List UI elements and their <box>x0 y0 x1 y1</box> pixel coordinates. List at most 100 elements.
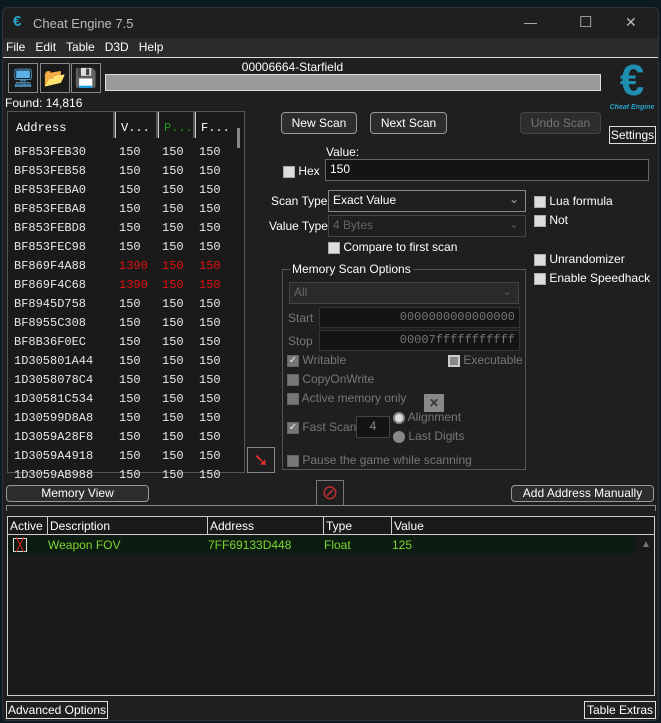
not-label: Not <box>549 213 569 227</box>
address-table[interactable]: Active Description Address Type Value ╳ … <box>7 516 655 696</box>
col-address[interactable]: Address <box>208 517 324 535</box>
undo-scan-button[interactable]: Undo Scan <box>520 112 601 134</box>
next-scan-button[interactable]: Next Scan <box>370 112 447 134</box>
result-address: 1D305801A44 <box>14 354 94 368</box>
result-row[interactable]: 1D30581C534 150 150 150 <box>8 390 234 409</box>
checkbox-icon <box>534 272 546 285</box>
executable-checkbox[interactable]: Executable <box>448 353 523 367</box>
result-value: 150 <box>119 145 141 159</box>
result-row[interactable]: BF853FEB58 150 150 150 <box>8 162 234 181</box>
result-row[interactable]: BF853FEBA8 150 150 150 <box>8 200 234 219</box>
result-row[interactable]: BF8955C308 150 150 150 <box>8 314 234 333</box>
result-row[interactable]: 1D3058078C4 150 150 150 <box>8 371 234 390</box>
col-active[interactable]: Active <box>8 517 48 535</box>
result-row[interactable]: BF853FEC98 150 150 150 <box>8 238 234 257</box>
row-type: Float <box>324 538 351 552</box>
result-row[interactable]: BF8945D758 150 150 150 <box>8 295 234 314</box>
fast-scan-checkbox[interactable]: ✓ Fast Scan <box>287 420 356 434</box>
result-row[interactable]: 1D3059A28F8 150 150 150 <box>8 428 234 447</box>
result-row[interactable]: BF869F4C68 1390 150 150 <box>8 276 234 295</box>
copy-on-write-checkbox[interactable]: CopyOnWrite <box>287 372 374 386</box>
table-extras-button[interactable]: Table Extras <box>584 701 656 719</box>
menu-d3d[interactable]: D3D <box>102 38 136 54</box>
col-previous[interactable]: P... <box>162 119 193 137</box>
checkbox-icon <box>287 392 299 405</box>
lua-formula-checkbox[interactable]: Lua formula <box>534 194 613 208</box>
col-first[interactable]: F... <box>199 119 230 137</box>
result-row[interactable]: 1D3059A4918 150 150 150 <box>8 447 234 466</box>
save-button[interactable]: 💾 <box>71 63 101 93</box>
not-checkbox[interactable]: Not <box>534 213 568 227</box>
result-first: 150 <box>199 468 221 482</box>
speedhack-checkbox[interactable]: Enable Speedhack <box>534 271 650 285</box>
open-process-button[interactable]: 🖥 <box>8 63 38 93</box>
value-input[interactable]: 150 <box>325 159 649 181</box>
open-file-button[interactable]: 📂 <box>40 63 70 93</box>
stop-scan-button[interactable]: ⊘ <box>316 480 344 506</box>
col-address[interactable]: Address <box>14 119 114 137</box>
close-button[interactable]: ✕ <box>625 14 637 31</box>
result-address: BF853FEBA8 <box>14 202 87 216</box>
writable-checkbox[interactable]: ✓ Writable <box>287 353 346 367</box>
executable-label: Executable <box>463 353 523 367</box>
result-value: 150 <box>119 354 141 368</box>
add-address-button[interactable]: Add Address Manually <box>511 485 654 502</box>
alignment-radio[interactable]: Alignment <box>393 410 461 424</box>
start-address-input[interactable]: 0000000000000000 <box>319 307 520 328</box>
active-checkbox[interactable]: ╳ <box>13 538 27 552</box>
checkbox-icon <box>534 214 546 227</box>
settings-button[interactable]: Settings <box>609 126 656 144</box>
writable-label: Writable <box>302 353 347 367</box>
result-row[interactable]: BF853FEB30 150 150 150 <box>8 143 234 162</box>
memory-view-button[interactable]: Memory View <box>6 485 149 502</box>
result-row[interactable]: 1D30599D8A8 150 150 150 <box>8 409 234 428</box>
result-address: BF8945D758 <box>14 297 87 311</box>
result-row[interactable]: 1D3059AB988 150 150 150 <box>8 466 234 485</box>
col-value[interactable]: Value <box>392 517 654 535</box>
splitter-handle[interactable] <box>6 505 656 511</box>
active-memory-label: Active memory only <box>301 391 407 405</box>
col-value[interactable]: V... <box>119 119 150 137</box>
maximize-button[interactable]: ☐ <box>579 13 592 31</box>
unrandomizer-checkbox[interactable]: Unrandomizer <box>534 252 625 266</box>
result-address: BF853FEB30 <box>14 145 87 159</box>
region-select[interactable]: All ⌄ <box>289 282 519 304</box>
col-description[interactable]: Description <box>48 517 208 535</box>
results-header: Address V... P... F... <box>8 112 244 142</box>
col-type[interactable]: Type <box>324 517 392 535</box>
menu-file[interactable]: File <box>3 38 32 54</box>
logo-text: Cheat Engine <box>609 104 655 111</box>
compare-first-checkbox[interactable]: Compare to first scan <box>328 240 457 254</box>
copy-to-table-button[interactable]: ➘ <box>247 447 275 473</box>
last-digits-radio[interactable]: Last Digits <box>393 429 464 443</box>
minimize-button[interactable]: — <box>524 15 537 30</box>
scroll-up-icon[interactable]: ▲ <box>641 539 651 550</box>
new-scan-button[interactable]: New Scan <box>281 112 357 134</box>
menu-edit[interactable]: Edit <box>32 38 63 54</box>
result-row[interactable]: BF853FEBD8 150 150 150 <box>8 219 234 238</box>
result-first: 150 <box>199 335 221 349</box>
result-row[interactable]: BF869F4A88 1390 150 150 <box>8 257 234 276</box>
computer-search-icon: 🖥 <box>11 68 35 88</box>
hex-checkbox[interactable]: Hex <box>283 164 320 178</box>
stop-address-input[interactable]: 00007fffffffffff <box>319 330 520 351</box>
advanced-options-button[interactable]: Advanced Options <box>6 701 108 719</box>
results-scrollbar[interactable] <box>237 128 240 148</box>
result-address: BF869F4A88 <box>14 259 87 273</box>
result-row[interactable]: 1D305801A44 150 150 150 <box>8 352 234 371</box>
pause-game-checkbox[interactable]: Pause the game while scanning <box>287 453 472 467</box>
cheat-engine-logo[interactable]: € Cheat Engine <box>607 58 657 116</box>
memory-scan-options-group: Memory Scan Options All ⌄ Start 000000000… <box>282 262 526 470</box>
fast-scan-input[interactable]: 4 <box>356 416 390 438</box>
result-row[interactable]: BF8B36F0EC 150 150 150 <box>8 333 234 352</box>
result-row[interactable]: BF853FEBA0 150 150 150 <box>8 181 234 200</box>
menu-help[interactable]: Help <box>136 38 171 54</box>
result-address: 1D3059A28F8 <box>14 430 94 444</box>
value-type-select[interactable]: 4 Bytes ⌄ <box>328 215 526 237</box>
table-row[interactable]: ╳ Weapon FOV 7FF69133D448 Float 125 <box>8 536 635 554</box>
results-list[interactable]: Address V... P... F... BF853FEB30 150 150 1… <box>7 111 245 482</box>
result-first: 150 <box>199 183 221 197</box>
scan-type-select[interactable]: Exact Value ⌄ <box>328 190 526 212</box>
menu-table[interactable]: Table <box>63 38 102 54</box>
active-memory-checkbox[interactable]: Active memory only <box>287 391 406 405</box>
